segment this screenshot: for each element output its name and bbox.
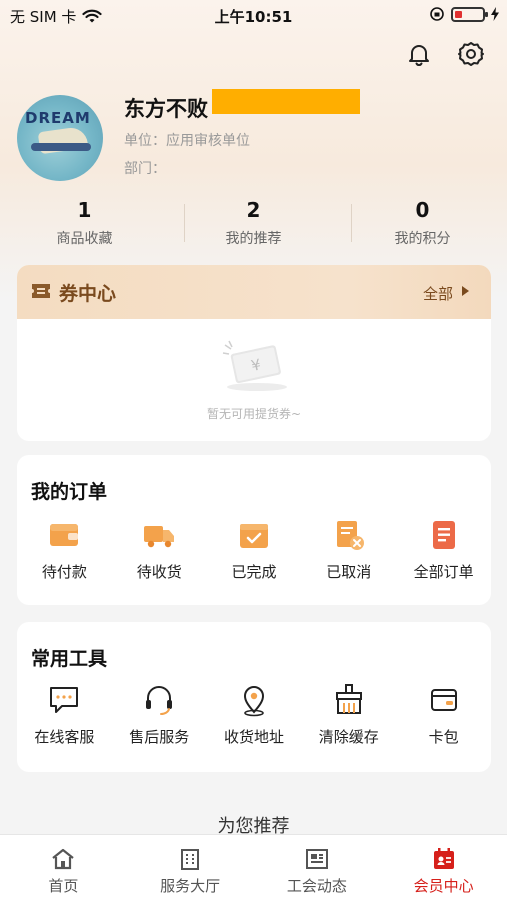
charging-icon <box>491 7 499 21</box>
box-check-icon <box>239 524 268 548</box>
tool-label: 售后服务 <box>129 728 190 746</box>
user-dept: 部门： <box>124 161 166 177</box>
name-redaction <box>212 89 360 114</box>
stat-label: 我的推荐 <box>225 231 282 247</box>
coupon-all-link[interactable]: 全部 <box>423 283 453 304</box>
coupon-title: 券中心 <box>59 283 117 305</box>
tab-union-news[interactable]: 工会动态 <box>254 835 381 900</box>
tool-card-wallet[interactable]: 卡包 <box>396 682 491 747</box>
order-label: 待付款 <box>41 563 87 581</box>
coupon-empty-text: 暂无可用提货券~ <box>206 407 302 421</box>
status-right <box>429 6 499 22</box>
tool-address[interactable]: 收货地址 <box>207 682 302 747</box>
user-name: 东方不败 <box>124 97 208 121</box>
empty-coupon-icon: ¥ <box>222 340 287 391</box>
orders-title: 我的订单 <box>31 481 108 503</box>
member-icon <box>433 848 454 869</box>
tab-label: 工会动态 <box>286 877 347 895</box>
tool-label: 清除缓存 <box>318 728 379 746</box>
orders-card: 我的订单 待付款 待收货 已完成 已取消 全部订单 <box>17 455 491 605</box>
stat-label: 商品收藏 <box>56 231 113 247</box>
tab-label: 首页 <box>48 877 79 895</box>
tool-after-sales[interactable]: 售后服务 <box>112 682 207 747</box>
tool-label: 在线客服 <box>34 728 95 746</box>
order-label: 已取消 <box>326 563 372 581</box>
tools-card: 常用工具 在线客服 售后服务 收货地址 清除缓存 卡包 <box>17 622 491 772</box>
stat-recommend[interactable]: 2 我的推荐 <box>169 198 338 254</box>
stat-divider <box>184 204 185 242</box>
avatar-text: DREAM <box>25 109 91 127</box>
battery-icon <box>451 6 488 22</box>
bell-icon[interactable] <box>405 40 433 68</box>
stat-value: 1 <box>77 198 92 222</box>
tab-home[interactable]: 首页 <box>0 835 127 900</box>
stat-label: 我的积分 <box>394 231 451 247</box>
order-label: 全部订单 <box>413 563 474 581</box>
tool-label: 收货地址 <box>223 728 284 746</box>
ticket-icon <box>32 284 50 298</box>
wallet-icon <box>50 524 79 546</box>
stat-value: 0 <box>415 198 430 222</box>
chat-icon <box>50 687 79 713</box>
stat-divider <box>351 204 352 242</box>
avatar-wing-shape <box>31 143 91 151</box>
status-bar: 无 SIM 卡 上午10:51 <box>0 0 507 30</box>
order-pending-receipt[interactable]: 待收货 <box>112 517 207 582</box>
user-unit: 单位：应用审核单位 <box>124 133 250 149</box>
headset-icon <box>146 686 173 716</box>
tab-label: 会员中心 <box>413 877 474 895</box>
coupon-card: 券中心 全部 ¥ 暂无可用提货券~ <box>17 265 491 441</box>
tool-online-service[interactable]: 在线客服 <box>17 682 112 747</box>
tool-clear-cache[interactable]: 清除缓存 <box>301 682 396 747</box>
tool-label: 卡包 <box>428 728 459 746</box>
building-icon <box>181 849 200 870</box>
coupon-header[interactable]: 券中心 全部 <box>17 265 491 319</box>
tools-title: 常用工具 <box>31 648 108 670</box>
home-icon <box>52 848 75 870</box>
orders-grid: 待付款 待收货 已完成 已取消 全部订单 <box>17 517 491 582</box>
order-all[interactable]: 全部订单 <box>396 517 491 582</box>
chevron-right-icon <box>462 286 469 296</box>
header-actions <box>405 40 485 68</box>
tab-bar: 首页 服务大厅 工会动态 会员中心 <box>0 834 507 900</box>
truck-icon <box>144 526 175 548</box>
tab-label: 服务大厅 <box>160 877 221 895</box>
orientation-lock-icon <box>430 7 444 21</box>
tab-member-center[interactable]: 会员中心 <box>380 835 507 900</box>
card-wallet-icon <box>430 689 457 711</box>
order-label: 已完成 <box>231 563 277 581</box>
list-doc-icon <box>432 521 455 549</box>
gear-icon[interactable] <box>457 40 485 68</box>
order-completed[interactable]: 已完成 <box>207 517 302 582</box>
stat-favorites[interactable]: 1 商品收藏 <box>0 198 169 254</box>
news-icon <box>305 849 328 869</box>
order-pending-payment[interactable]: 待付款 <box>17 517 112 582</box>
stat-points[interactable]: 0 我的积分 <box>338 198 507 254</box>
tab-service-hall[interactable]: 服务大厅 <box>127 835 254 900</box>
stat-value: 2 <box>246 198 261 222</box>
location-icon <box>243 686 264 717</box>
avatar[interactable]: DREAM <box>17 95 103 181</box>
order-label: 待收货 <box>136 563 182 581</box>
stats-row: 1 商品收藏 2 我的推荐 0 我的积分 <box>0 198 507 254</box>
order-cancelled[interactable]: 已取消 <box>301 517 396 582</box>
cancel-doc-icon <box>336 521 364 550</box>
tools-grid: 在线客服 售后服务 收货地址 清除缓存 卡包 <box>17 682 491 747</box>
brush-icon <box>335 684 362 714</box>
